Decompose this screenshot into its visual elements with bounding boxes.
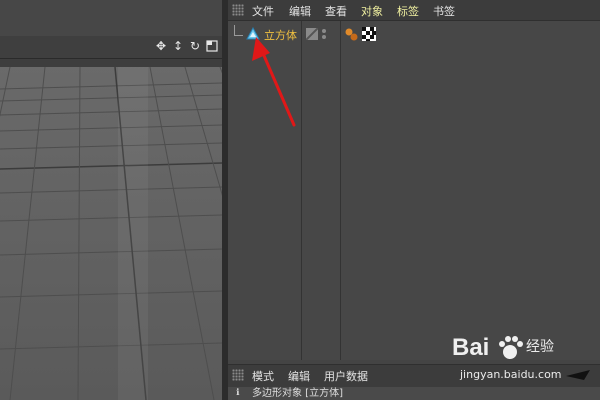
paw-icon: [499, 336, 523, 359]
cursor-icon: [566, 370, 590, 380]
object-list[interactable]: 立方体: [228, 21, 600, 360]
watermark-url: jingyan.baidu.com: [460, 368, 562, 381]
object-row-cube[interactable]: 立方体: [228, 25, 600, 43]
maximize-icon[interactable]: [204, 38, 220, 54]
object-manager: 文件 编辑 查看 对象 标签 书签 立方体: [228, 0, 600, 360]
watermark-brand: Bai: [452, 334, 490, 361]
move-icon[interactable]: ✥: [153, 38, 169, 54]
grip-icon[interactable]: [232, 4, 244, 16]
menu-file[interactable]: 文件: [252, 3, 274, 19]
texture-tag-icon[interactable]: [362, 27, 376, 41]
grip-icon[interactable]: [232, 369, 244, 381]
arrow-icon[interactable]: ↕: [170, 38, 186, 54]
viewport-grid[interactable]: [0, 59, 222, 400]
column-divider: [301, 21, 302, 360]
menu-tags[interactable]: 标签: [397, 3, 419, 19]
menu-edit[interactable]: 编辑: [289, 3, 311, 19]
baidu-watermark: Bai 经验 jingyan.baidu.com: [452, 330, 600, 390]
menu-objects[interactable]: 对象: [361, 3, 383, 19]
attribute-info-text: 多边形对象 [立方体]: [252, 388, 343, 399]
viewport-top-area: [0, 0, 222, 36]
menu-mode[interactable]: 模式: [252, 368, 274, 384]
object-manager-menubar: 文件 编辑 查看 对象 标签 书签: [228, 0, 600, 21]
cube-object-icon: [246, 27, 260, 40]
menu-view[interactable]: 查看: [325, 3, 347, 19]
tree-connector: [234, 25, 243, 36]
menu-user-data[interactable]: 用户数据: [324, 368, 368, 384]
material-tag-icon[interactable]: [344, 27, 358, 41]
object-name[interactable]: 立方体: [264, 27, 297, 43]
menu-am-edit[interactable]: 编辑: [288, 368, 310, 384]
viewport-nav-icons: ✥ ↕ ↻: [153, 38, 220, 54]
watermark-service: 经验: [526, 339, 554, 355]
menu-bookmarks[interactable]: 书签: [433, 3, 455, 19]
column-divider: [340, 21, 341, 360]
render-visibility-icon[interactable]: [321, 27, 327, 41]
rotate-icon[interactable]: ↻: [187, 38, 203, 54]
layer-icon[interactable]: [306, 28, 318, 40]
info-icon: ℹ: [236, 388, 240, 398]
viewport-panel[interactable]: ✥ ↕ ↻: [0, 0, 222, 400]
viewport-header: ✥ ↕ ↻: [0, 36, 222, 59]
